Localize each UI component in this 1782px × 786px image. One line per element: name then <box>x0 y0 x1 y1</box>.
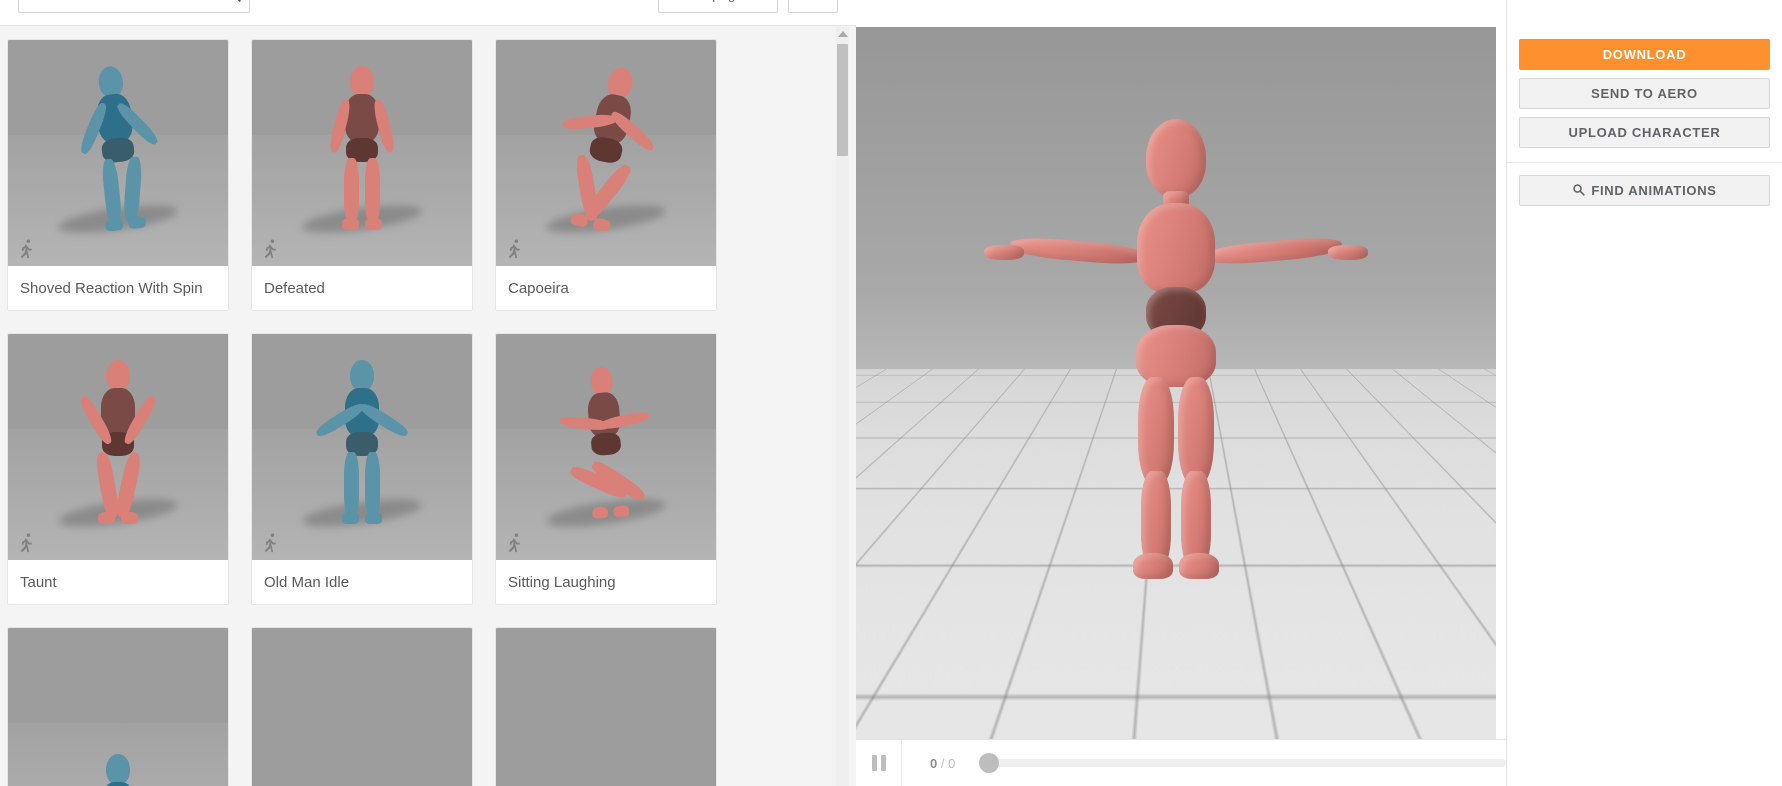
character-viewer-panel: XBOT <box>856 0 1506 786</box>
animation-card[interactable] <box>7 627 229 786</box>
thumb-figure <box>65 62 170 238</box>
viewport-toolbar <box>870 492 894 696</box>
upload-character-button[interactable]: UPLOAD CHARACTER <box>1519 117 1770 148</box>
animation-thumbnail[interactable] <box>496 334 716 560</box>
find-animations-button[interactable]: FIND ANIMATIONS <box>1519 175 1770 206</box>
find-animations-label: FIND ANIMATIONS <box>1591 183 1717 198</box>
character-hand-left <box>984 245 1024 260</box>
character-thigh-left <box>1138 377 1174 485</box>
animation-thumbnail[interactable] <box>252 40 472 266</box>
character-head <box>1146 119 1206 197</box>
frame-counter: 0 / 0 <box>930 756 955 771</box>
thumb-figure <box>74 360 162 528</box>
animation-thumbnail[interactable] <box>8 334 228 560</box>
playback-bar: 0 / 0 <box>856 739 1506 786</box>
rotate-icon[interactable] <box>870 528 894 552</box>
send-to-aero-button[interactable]: SEND TO AERO <box>1519 78 1770 109</box>
running-person-icon <box>504 238 526 260</box>
animation-thumbnail[interactable] <box>252 628 472 786</box>
animation-thumbnail[interactable] <box>496 628 716 786</box>
animation-card[interactable] <box>495 627 717 786</box>
animation-card[interactable]: Shoved Reaction With Spin <box>7 39 229 311</box>
animation-browser-panel: 12 Per page24 Per page48 Per page96 Per … <box>0 0 856 786</box>
caret-up-icon <box>837 31 848 37</box>
camera-icon[interactable] <box>870 672 894 696</box>
animation-thumbnail[interactable] <box>496 40 716 266</box>
animation-card-label: Shoved Reaction With Spin <box>8 266 228 310</box>
character-model[interactable] <box>984 119 1368 579</box>
search-field-wrapper <box>18 0 250 13</box>
animation-card[interactable] <box>251 627 473 786</box>
zoom-icon[interactable] <box>870 600 894 624</box>
animation-card[interactable]: Capoeira <box>495 39 717 311</box>
animation-card[interactable]: Defeated <box>251 39 473 311</box>
animation-card[interactable]: Taunt <box>7 333 229 605</box>
animation-card-label: Capoeira <box>496 266 716 310</box>
running-person-icon <box>260 532 282 554</box>
current-frame: 0 <box>930 755 938 771</box>
animation-card-label: Taunt <box>8 560 228 604</box>
character-chest <box>1137 203 1215 293</box>
thumb-figure <box>558 364 652 524</box>
secondary-actions-group: FIND ANIMATIONS <box>1507 163 1782 220</box>
scrollbar-thumb[interactable] <box>837 44 848 156</box>
character-foot-left <box>1133 553 1173 579</box>
frame-separator: / <box>940 755 945 771</box>
running-person-icon <box>504 532 526 554</box>
character-arm-left <box>1009 235 1147 267</box>
pause-icon <box>871 755 886 771</box>
settings-button[interactable] <box>788 0 838 13</box>
animation-thumbnail[interactable] <box>8 628 228 786</box>
skull-icon[interactable] <box>870 492 894 516</box>
search-input[interactable] <box>18 0 250 13</box>
viewport-3d[interactable] <box>856 27 1496 739</box>
character-foot-right <box>1179 553 1219 579</box>
animation-card-label: Sitting Laughing <box>496 560 716 604</box>
pause-button[interactable] <box>856 739 902 786</box>
power-icon[interactable] <box>870 636 894 660</box>
character-title: XBOT <box>856 0 1506 4</box>
animation-grid: Shoved Reaction With Spin Defeated Capoe… <box>0 27 856 786</box>
animation-card-label: Defeated <box>252 266 472 310</box>
toolbar-right-controls: 12 Per page24 Per page48 Per page96 Per … <box>658 0 838 13</box>
animation-thumbnail[interactable] <box>252 334 472 560</box>
primary-actions-group: DOWNLOAD SEND TO AERO UPLOAD CHARACTER <box>1507 27 1782 163</box>
running-person-icon <box>260 238 282 260</box>
per-page-select[interactable]: 12 Per page24 Per page48 Per page96 Per … <box>658 0 778 13</box>
search-icon[interactable] <box>220 0 244 6</box>
mixamo-app: 12 Per page24 Per page48 Per page96 Per … <box>0 0 1782 786</box>
scrollbar-up-button[interactable] <box>836 27 849 41</box>
timeline-slider[interactable] <box>979 753 1506 773</box>
thumb-figure <box>313 360 411 528</box>
browser-scrollbar[interactable] <box>836 27 849 786</box>
move-icon[interactable] <box>870 564 894 588</box>
character-actions-panel: DOWNLOAD SEND TO AERO UPLOAD CHARACTER F… <box>1506 0 1782 786</box>
download-button[interactable]: DOWNLOAD <box>1519 39 1770 70</box>
character-hand-right <box>1328 245 1368 260</box>
gear-icon <box>799 0 814 3</box>
animation-thumbnail[interactable] <box>8 40 228 266</box>
character-thigh-right <box>1178 377 1214 485</box>
thumb-figure <box>318 66 406 234</box>
running-person-icon <box>16 238 38 260</box>
browser-toolbar: 12 Per page24 Per page48 Per page96 Per … <box>0 0 856 26</box>
animation-card[interactable]: Sitting Laughing <box>495 333 717 605</box>
animation-grid-scroll[interactable]: Shoved Reaction With Spin Defeated Capoe… <box>0 27 856 786</box>
animation-card[interactable]: Old Man Idle <box>251 333 473 605</box>
animation-card-label: Old Man Idle <box>252 560 472 604</box>
running-person-icon <box>16 532 38 554</box>
character-arm-right <box>1205 235 1343 267</box>
total-frames: 0 <box>948 755 956 771</box>
timeline-handle[interactable] <box>979 753 1000 773</box>
thumb-figure <box>74 753 162 786</box>
search-icon <box>1572 183 1585 199</box>
